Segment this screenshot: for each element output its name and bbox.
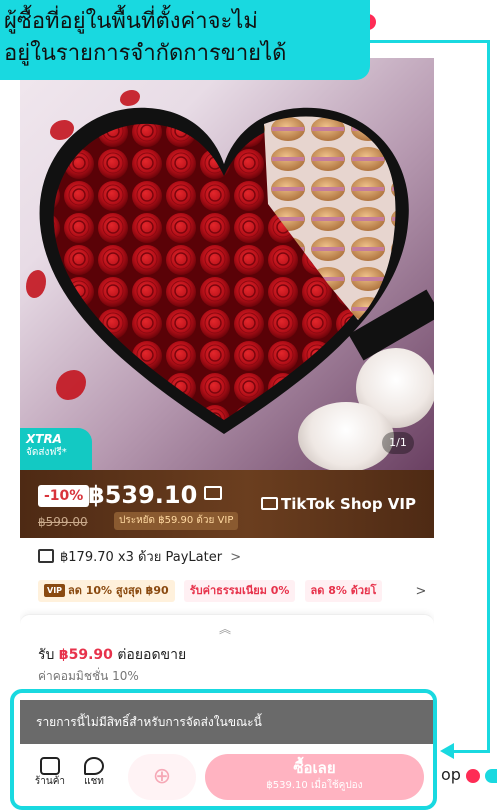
cyan-dot-icon [485,769,497,783]
annotation-highlight-box [10,689,437,810]
offer-chip-discount[interactable]: ลด 8% ด้วยโ [304,580,383,602]
vip-saving-badge: ประหยัด ฿59.90 ด้วย VIP [114,512,239,530]
clipped-edge-text: op [441,765,461,784]
price-banner: -10% ฿539.10 ฿599.00 ประหยัด ฿59.90 ด้วย… [20,470,434,538]
offer-chip-vip[interactable]: VIP ลด 10% สูงสุด ฿90 [38,580,175,602]
commission-rate: ค่าคอมมิชชั่น 10% [38,669,139,683]
callout-line: ผู้ซื้อที่อยู่ในพื้นที่ตั้งค่าจะไม่ [4,9,258,34]
vip-logo-icon [260,497,278,510]
annotation-arrow-head-icon [440,743,454,759]
annotation-arrow-line [450,750,490,753]
annotation-arrow-line [364,40,490,43]
original-price: ฿599.00 [38,515,88,529]
xtra-subtitle: จัดส่งฟรี* [26,447,67,458]
calendar-coin-icon [38,549,54,563]
coupon-icon[interactable] [204,486,222,500]
candle-decoration [298,402,394,470]
chevron-up-icon[interactable]: ︽ [219,623,231,635]
pink-dot-icon [466,769,480,783]
earn-prefix: รับ [38,647,55,663]
earn-amount: ฿59.90 [58,647,113,663]
paylater-text: ฿179.70 x3 ด้วย PayLater [60,550,223,565]
vip-brand-label: TikTok Shop VIP [280,495,416,513]
callout-line: อยู่ในรายการจำกัดการขายได้ [4,41,287,66]
earn-suffix: ต่อยอดขาย [117,647,187,663]
current-price: ฿539.10 [88,481,198,509]
vip-mark-icon: VIP [44,584,66,597]
offer-chip-fee[interactable]: รับค่าธรรมเนียม 0% [183,580,296,602]
xtra-free-shipping-badge: XTRA จัดส่งฟรี* [20,428,92,470]
earn-line: รับ ฿59.90 ต่อยอดขาย [38,645,186,665]
offer-chip-label: รับค่าธรรมเนียม 0% [189,584,290,597]
annotation-arrow-line [487,40,490,752]
annotation-callout: ผู้ซื้อที่อยู่ในพื้นที่ตั้งค่าจะไม่ อยู่… [0,0,370,80]
offers-row[interactable]: VIP ลด 10% สูงสุด ฿90 รับค่าธรรมเนียม 0% … [38,580,428,604]
image-counter: 1/1 [382,432,414,454]
xtra-title: XTRA [26,432,62,446]
discount-badge: -10% [38,485,90,507]
chevron-right-icon[interactable]: > [414,580,428,604]
offer-chip-label: ลด 8% ด้วยโ [310,584,377,597]
paylater-row[interactable]: ฿179.70 x3 ด้วย PayLater > [38,546,241,570]
chevron-right-icon: > [230,550,242,565]
offer-chip-label: ลด 10% สูงสุด ฿90 [68,584,169,597]
vip-brand[interactable]: TikTok Shop VIP [260,492,416,516]
